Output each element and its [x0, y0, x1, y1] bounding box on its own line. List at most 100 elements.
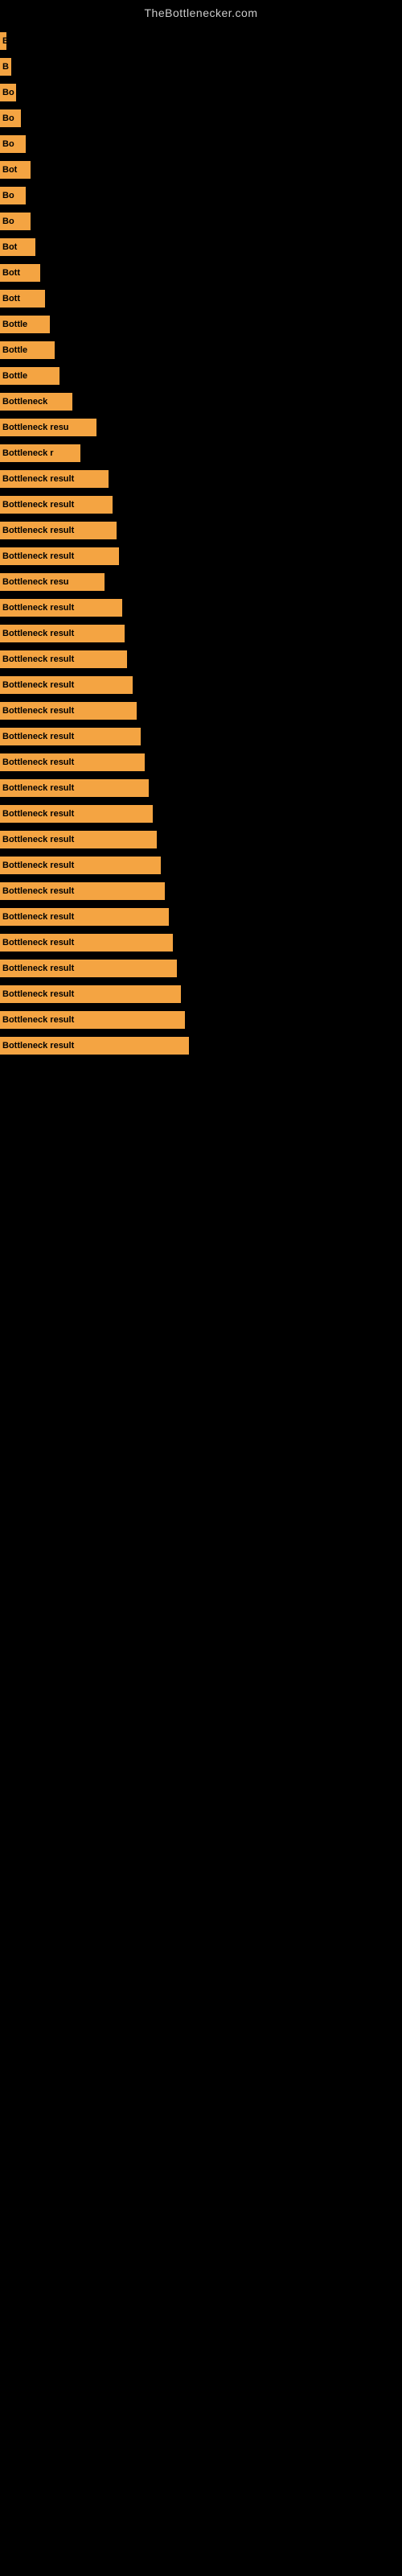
- bar-label: Bot: [0, 165, 19, 175]
- bar: Bo: [0, 84, 16, 101]
- bar: Bottleneck result: [0, 753, 145, 771]
- bars-container: B B Bo Bo Bo Bot Bo Bo Bot Bott Bott Bottle Bottle Bo…: [0, 23, 402, 1061]
- bar: Bottleneck result: [0, 676, 133, 694]
- bar: Bot: [0, 161, 31, 179]
- bar-row: Bott: [0, 288, 402, 309]
- bar-label: Bo: [0, 191, 17, 200]
- bar: Bottleneck result: [0, 547, 119, 565]
- bar-label: Bo: [0, 114, 17, 123]
- bar-row: Bottleneck result: [0, 1035, 402, 1056]
- bar-row: Bottleneck result: [0, 546, 402, 567]
- bar-row: Bottleneck result: [0, 906, 402, 927]
- bar-label: Bottleneck resu: [0, 423, 72, 432]
- bar-label: Bottleneck result: [0, 500, 76, 510]
- bar-label: Bottleneck result: [0, 809, 76, 819]
- bar-label: Bottleneck result: [0, 603, 76, 613]
- bar-row: Bottleneck result: [0, 829, 402, 850]
- bar: Bo: [0, 213, 31, 230]
- bar-label: Bo: [0, 217, 17, 226]
- bar-label: Bo: [0, 139, 17, 149]
- bar-row: B: [0, 56, 402, 77]
- bar: Bottleneck resu: [0, 419, 96, 436]
- bar-row: Bottleneck result: [0, 469, 402, 489]
- bar: Bottleneck result: [0, 470, 109, 488]
- bar: Bot: [0, 238, 35, 256]
- bar-row: Bottleneck result: [0, 958, 402, 979]
- bar-label: Bottleneck result: [0, 835, 76, 844]
- bar-row: Bottleneck result: [0, 984, 402, 1005]
- bar-label: Bottleneck r: [0, 448, 56, 458]
- bar: Bottleneck result: [0, 960, 177, 977]
- bar: Bottleneck result: [0, 779, 149, 797]
- bar-row: Bo: [0, 185, 402, 206]
- bar-row: Bo: [0, 108, 402, 129]
- bar-row: Bottleneck result: [0, 675, 402, 696]
- bar-label: B: [0, 62, 11, 72]
- bar: Bottleneck result: [0, 882, 165, 900]
- bar: Bottle: [0, 316, 50, 333]
- bar-label: Bottleneck result: [0, 912, 76, 922]
- site-title: TheBottlenecker.com: [0, 0, 402, 23]
- bar-label: Bottleneck result: [0, 758, 76, 767]
- bar: Bo: [0, 187, 26, 204]
- bar-label: Bo: [0, 88, 16, 97]
- bar-label: Bott: [0, 294, 23, 303]
- bar-row: Bottleneck resu: [0, 417, 402, 438]
- bar-label: B: [0, 36, 6, 46]
- bar-row: Bo: [0, 211, 402, 232]
- bar-row: Bottleneck result: [0, 649, 402, 670]
- bar: Bottleneck result: [0, 857, 161, 874]
- bar-label: Bottleneck resu: [0, 577, 72, 587]
- bar-label: Bottleneck result: [0, 1015, 76, 1025]
- bar: Bottleneck result: [0, 1011, 185, 1029]
- bar: Bott: [0, 264, 40, 282]
- bar: Bottleneck result: [0, 650, 127, 668]
- bar-row: Bottleneck result: [0, 520, 402, 541]
- bar-label: Bott: [0, 268, 23, 278]
- bar-row: Bottle: [0, 314, 402, 335]
- bar-label: Bottle: [0, 320, 30, 329]
- bar: Bott: [0, 290, 45, 308]
- bar-row: Bottleneck result: [0, 494, 402, 515]
- bar-label: Bottleneck result: [0, 861, 76, 870]
- bar-row: Bottleneck result: [0, 803, 402, 824]
- bar: Bottle: [0, 367, 59, 385]
- bar-label: Bottleneck result: [0, 474, 76, 484]
- bar-label: Bottleneck result: [0, 680, 76, 690]
- bar-label: Bot: [0, 242, 19, 252]
- bar: Bottle: [0, 341, 55, 359]
- bar-row: Bott: [0, 262, 402, 283]
- bar-row: Bottleneck result: [0, 932, 402, 953]
- bar: Bottleneck result: [0, 496, 113, 514]
- bar: Bottleneck result: [0, 908, 169, 926]
- bar-label: Bottleneck result: [0, 964, 76, 973]
- bar: Bottleneck result: [0, 1037, 189, 1055]
- bar: Bottleneck result: [0, 599, 122, 617]
- bar-label: Bottleneck result: [0, 1041, 76, 1051]
- bar-row: Bo: [0, 82, 402, 103]
- bar: Bottleneck result: [0, 805, 153, 823]
- bar-label: Bottleneck result: [0, 551, 76, 561]
- bar-row: Bottleneck resu: [0, 572, 402, 592]
- bar: Bottleneck resu: [0, 573, 105, 591]
- bar-label: Bottle: [0, 345, 30, 355]
- bar: B: [0, 58, 11, 76]
- bar-label: Bottle: [0, 371, 30, 381]
- bar-row: Bottle: [0, 340, 402, 361]
- bar-label: Bottleneck result: [0, 706, 76, 716]
- bar-row: Bottleneck r: [0, 443, 402, 464]
- bar: Bo: [0, 109, 21, 127]
- bar: Bottleneck result: [0, 522, 117, 539]
- bar-label: Bottleneck result: [0, 732, 76, 741]
- bar: Bo: [0, 135, 26, 153]
- bar-row: Bottleneck result: [0, 752, 402, 773]
- bar-row: Bot: [0, 159, 402, 180]
- bar-row: B: [0, 31, 402, 52]
- bar: Bottleneck result: [0, 831, 157, 848]
- bar-label: Bottleneck result: [0, 654, 76, 664]
- bar: Bottleneck result: [0, 625, 125, 642]
- bar-row: Bo: [0, 134, 402, 155]
- bar-row: Bottleneck result: [0, 1009, 402, 1030]
- bar-row: Bottleneck result: [0, 726, 402, 747]
- bar-label: Bottleneck result: [0, 783, 76, 793]
